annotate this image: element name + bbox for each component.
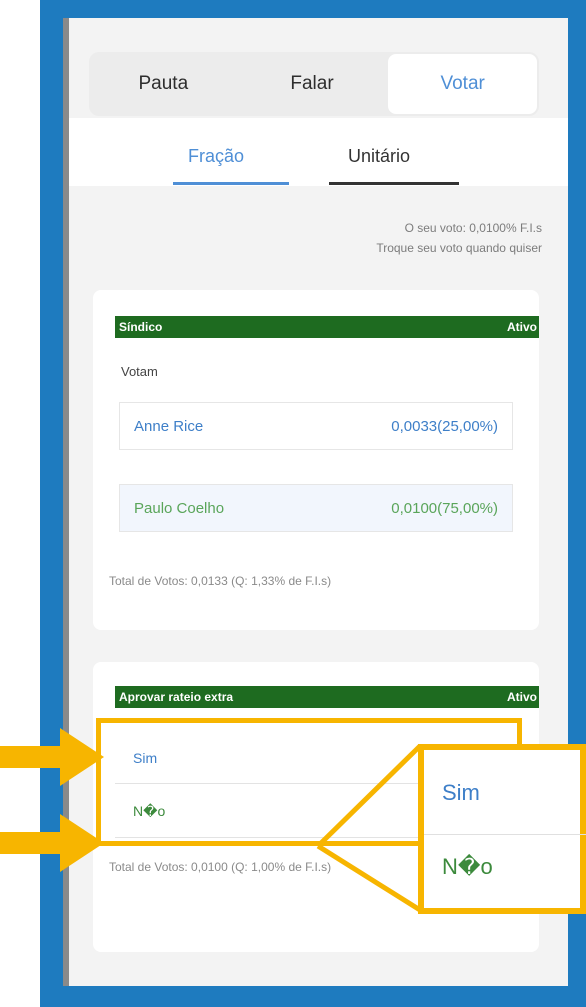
zoom-nao: N�o xyxy=(442,854,493,879)
arrow-sim-icon xyxy=(0,728,104,786)
arrow-nao-icon xyxy=(0,814,104,872)
zoom-inset: Sim N�o xyxy=(418,744,586,914)
zoom-divider xyxy=(424,834,586,835)
zoom-sim: Sim xyxy=(442,780,480,805)
